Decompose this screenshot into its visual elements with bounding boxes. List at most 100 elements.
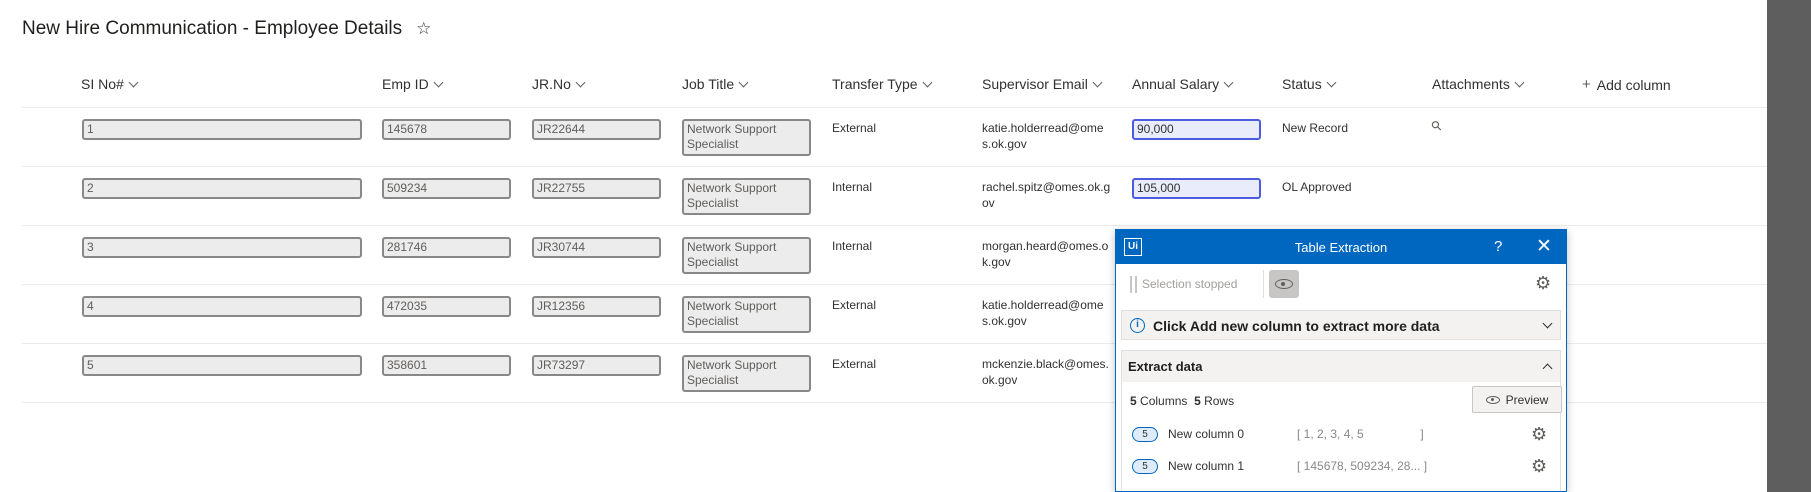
status-cell: OL Approved (1282, 180, 1352, 194)
column-header-annual-salary[interactable]: Annual Salary (1132, 76, 1234, 92)
chevron-down-icon (128, 77, 139, 87)
column-header-label: Job Title (682, 76, 735, 92)
info-banner[interactable]: i Click Add new column to extract more d… (1121, 310, 1561, 340)
column-name: New column 1 (1168, 459, 1245, 473)
column-header-job-title[interactable]: Job Title (682, 76, 749, 92)
close-icon[interactable]: ✕ (1536, 235, 1552, 258)
add-column-button[interactable]: + Add column (1582, 76, 1671, 93)
side-scrollbar[interactable] (1767, 0, 1811, 492)
status-cell: New Record (1282, 121, 1349, 135)
annual-salary-field[interactable]: 90,000 (1132, 119, 1261, 140)
column-header-label: Transfer Type (832, 76, 918, 92)
eye-icon (1485, 395, 1500, 404)
paperclip-icon[interactable]: ⚲ (1428, 117, 1446, 135)
column-settings-gear-icon[interactable]: ⚙ (1531, 424, 1547, 445)
jr-no-field[interactable]: JR22755 (532, 178, 661, 199)
job-title-field[interactable]: Network Support Specialist (682, 355, 811, 392)
emp-id-field[interactable]: 509234 (382, 178, 511, 199)
emp-id-field[interactable]: 281746 (382, 237, 511, 258)
preview-label: Preview (1505, 392, 1549, 407)
transfer-type-cell: Internal (832, 239, 873, 253)
column-count-badge: 5 (1132, 459, 1158, 474)
emp-id-field[interactable]: 358601 (382, 355, 511, 376)
transfer-type-cell: External (832, 121, 877, 135)
column-header-emp-id[interactable]: Emp ID (382, 76, 444, 92)
si-no-field[interactable]: 3 (82, 237, 362, 258)
extract-data-header[interactable]: Extract data (1122, 351, 1560, 382)
toolbar-divider (1263, 270, 1264, 298)
plus-icon: + (1582, 76, 1591, 93)
jr-no-field[interactable]: JR73297 (532, 355, 661, 376)
column-values: [ 1, 2, 3, 4, 5 ] (1297, 427, 1424, 441)
columns-count: 5 (1130, 394, 1137, 408)
chevron-down-icon (1326, 77, 1337, 87)
job-title-field[interactable]: Network Support Specialist (682, 296, 811, 333)
chevron-down-icon (738, 77, 749, 87)
jr-no-field[interactable]: JR22644 (532, 119, 661, 140)
column-header-label: Status (1282, 76, 1322, 92)
add-column-label: Add column (1596, 76, 1671, 93)
column-header-status[interactable]: Status (1282, 76, 1337, 92)
chevron-down-icon[interactable] (1542, 318, 1553, 329)
favorite-star-icon[interactable]: ☆ (416, 19, 431, 39)
supervisor-email-cell: katie.holderread@omes.ok.gov (982, 298, 1104, 328)
table-row[interactable]: 1 145678 JR22644 Network Support Special… (0, 108, 1767, 167)
annual-salary-field[interactable]: 105,000 (1132, 178, 1261, 199)
column-count-badge: 5 (1132, 427, 1158, 442)
extracted-column-item[interactable]: 5 New column 0 [ 1, 2, 3, 4, 5 ] ⚙ (1132, 424, 1552, 446)
job-title-field[interactable]: Network Support Specialist (682, 178, 811, 215)
settings-gear-icon[interactable]: ⚙ (1535, 273, 1551, 294)
job-title-field[interactable]: Network Support Specialist (682, 119, 811, 156)
column-header-label: Emp ID (382, 76, 429, 92)
emp-id-field[interactable]: 145678 (382, 119, 511, 140)
page-title: New Hire Communication - Employee Detail… (22, 18, 431, 40)
jr-no-field[interactable]: JR12356 (532, 296, 661, 317)
chevron-up-icon[interactable] (1542, 363, 1553, 374)
column-header-attachments[interactable]: Attachments (1432, 76, 1525, 92)
chevron-down-icon (1092, 77, 1103, 87)
column-settings-gear-icon[interactable]: ⚙ (1531, 456, 1547, 477)
panel-header: Ui Table Extraction ? ✕ (1116, 230, 1566, 264)
transfer-type-cell: External (832, 357, 877, 371)
column-header-supervisor-email[interactable]: Supervisor Email (982, 76, 1103, 92)
column-header-label: Attachments (1432, 76, 1510, 92)
column-values: [ 145678, 509234, 28... ] (1297, 459, 1428, 473)
extracted-column-item[interactable]: 5 New column 1 [ 145678, 509234, 28... ]… (1132, 456, 1552, 478)
supervisor-email-cell: katie.holderread@omes.ok.gov (982, 121, 1104, 151)
chevron-down-icon (575, 77, 586, 87)
emp-id-field[interactable]: 472035 (382, 296, 511, 317)
extract-counts: 5 Columns 5 Rows (1130, 394, 1234, 408)
extract-data-title: Extract data (1128, 359, 1203, 374)
extract-data-section: Extract data 5 Columns 5 Rows Preview 5 … (1121, 350, 1562, 491)
show-selection-button[interactable] (1269, 270, 1299, 298)
preview-button[interactable]: Preview (1472, 386, 1562, 413)
column-header-label: Supervisor Email (982, 76, 1088, 92)
column-header-label: Annual Salary (1132, 76, 1220, 92)
table-row[interactable]: 2 509234 JR22755 Network Support Special… (0, 167, 1767, 226)
chevron-down-icon (433, 77, 444, 87)
column-header-si-no[interactable]: SI No# (81, 76, 139, 92)
column-header-jr-no[interactable]: JR.No (532, 76, 586, 92)
jr-no-field[interactable]: JR30744 (532, 237, 661, 258)
column-header-label: JR.No (532, 76, 571, 92)
columns-word: Columns (1140, 394, 1188, 408)
chevron-down-icon (922, 77, 933, 87)
si-no-field[interactable]: 1 (82, 119, 362, 140)
table-extraction-panel: Ui Table Extraction ? ✕ Selection stoppe… (1115, 229, 1567, 492)
si-no-field[interactable]: 4 (82, 296, 362, 317)
column-header-transfer-type[interactable]: Transfer Type (832, 76, 933, 92)
job-title-field[interactable]: Network Support Specialist (682, 237, 811, 274)
si-no-field[interactable]: 2 (82, 178, 362, 199)
supervisor-email-cell: morgan.heard@omes.ok.gov (982, 239, 1109, 269)
eye-icon (1275, 279, 1293, 289)
supervisor-email-cell: mckenzie.black@omes.ok.gov (982, 357, 1109, 387)
si-no-field[interactable]: 5 (82, 355, 362, 376)
chevron-down-icon (1223, 77, 1234, 87)
rows-count: 5 (1194, 394, 1201, 408)
info-icon: i (1130, 318, 1145, 333)
transfer-type-cell: External (832, 298, 877, 312)
page-title-text: New Hire Communication - Employee Detail… (22, 18, 403, 39)
pause-icon (1130, 276, 1137, 293)
help-icon[interactable]: ? (1494, 238, 1502, 255)
extracted-column-item[interactable] (1132, 488, 1552, 491)
